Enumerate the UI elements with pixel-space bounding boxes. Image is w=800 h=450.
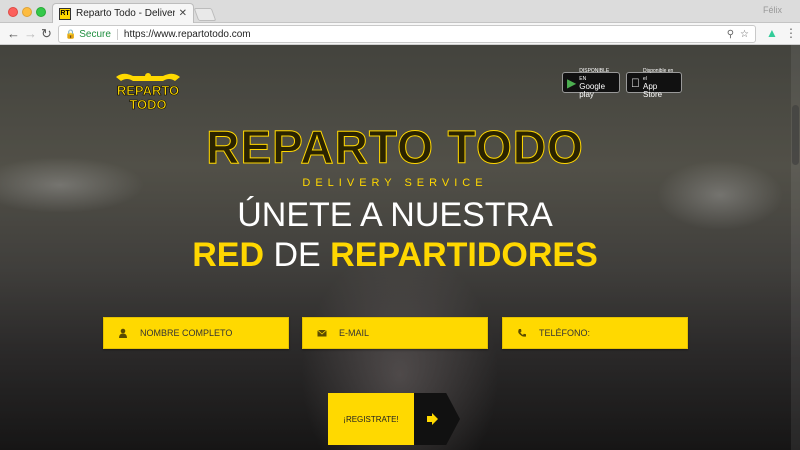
back-arrow-icon[interactable]: ←: [7, 26, 20, 42]
forward-arrow-icon[interactable]: →: [24, 26, 37, 42]
register-button[interactable]: ¡REGISTRATE!: [328, 393, 414, 445]
envelope-icon: [317, 329, 327, 337]
favicon-icon: RT: [59, 7, 71, 20]
email-placeholder: E-MAIL: [339, 328, 370, 338]
headline-line2: RED DE REPARTIDORES: [0, 235, 790, 275]
url-text[interactable]: https://www.repartotodo.com: [124, 29, 727, 40]
tab-title: Reparto Todo - Delivery Service: [76, 8, 175, 19]
browser-tab[interactable]: RT Reparto Todo - Delivery Service ✕: [52, 3, 194, 23]
minimize-window-button[interactable]: [22, 7, 32, 17]
menu-dots-icon[interactable]: ⋮: [785, 26, 797, 40]
user-icon: [119, 328, 127, 338]
search-icon[interactable]: ⚲: [727, 29, 734, 40]
brand-subtitle: DELIVERY SERVICE: [302, 177, 488, 189]
logo-text-reparto: REPARTO: [117, 83, 179, 98]
headline-red: RED: [192, 236, 265, 274]
google-play-small: DISPONIBLE EN: [579, 67, 610, 82]
new-tab-button[interactable]: [193, 8, 217, 21]
drive-extension-icon[interactable]: ▲: [766, 26, 778, 40]
secure-label: Secure: [79, 28, 111, 40]
address-bar[interactable]: 🔒 Secure https://www.repartotodo.com ⚲ ☆: [58, 25, 756, 43]
phone-field[interactable]: TELÉFONO:: [502, 317, 688, 349]
brand-title: REPARTO TODO: [206, 121, 584, 174]
divider: [116, 28, 118, 40]
google-play-icon: ▶: [567, 75, 577, 90]
logo-text-todo: TODO: [129, 97, 166, 112]
sign-in-arrow-icon: [427, 413, 438, 425]
bookmark-star-icon[interactable]: ☆: [740, 29, 749, 40]
profile-name[interactable]: Félix: [763, 5, 782, 15]
apple-icon: : [631, 76, 640, 90]
google-play-badge[interactable]: ▶ DISPONIBLE EN Google play: [562, 68, 620, 98]
browser-toolbar: ← → ↻ 🔒 Secure https://www.repartotodo.c…: [0, 23, 800, 45]
headline-repartidores: REPARTIDORES: [330, 236, 598, 274]
reload-icon[interactable]: ↻: [41, 26, 52, 42]
phone-placeholder: TELÉFONO:: [539, 328, 591, 338]
app-store-badge[interactable]:  Disponible en el App Store: [626, 68, 682, 98]
name-field[interactable]: NOMBRE COMPLETO: [103, 317, 289, 349]
headline-de: DE: [273, 236, 321, 274]
phone-icon: [518, 329, 526, 337]
hero-background: REPARTO TODO ▶ DISPONIBLE EN Google play…: [0, 45, 800, 450]
close-window-button[interactable]: [8, 7, 18, 17]
name-placeholder: NOMBRE COMPLETO: [140, 328, 233, 338]
reparto-todo-logo[interactable]: REPARTO TODO: [113, 67, 183, 115]
register-arrow-button[interactable]: [414, 393, 460, 445]
maximize-window-button[interactable]: [36, 7, 46, 17]
app-store-small: Disponible en el: [634, 68, 673, 82]
lock-icon: 🔒: [65, 28, 77, 39]
google-play-big: Google play: [579, 81, 606, 99]
app-store-big: App Store: [634, 81, 670, 98]
scrollbar-thumb[interactable]: [792, 105, 799, 165]
email-field[interactable]: E-MAIL: [302, 317, 488, 349]
page-scrollbar[interactable]: [791, 45, 800, 450]
headline-line1: ÚNETE A NUESTRA: [237, 196, 553, 234]
browser-titlebar: RT Reparto Todo - Delivery Service ✕ Fél…: [0, 0, 800, 23]
tab-close-icon[interactable]: ✕: [179, 8, 187, 19]
